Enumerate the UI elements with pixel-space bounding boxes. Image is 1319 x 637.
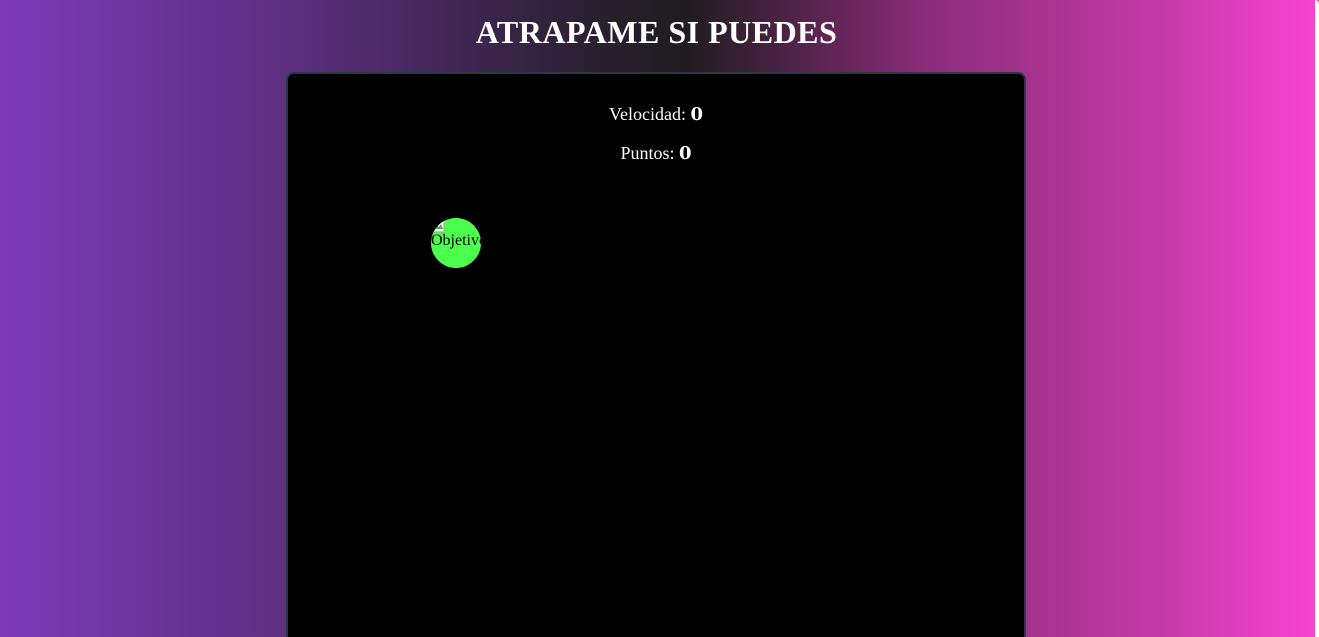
target-circle[interactable]: Objetivo (431, 218, 481, 268)
points-display: Puntos: 0 (288, 143, 1024, 164)
speed-display: Velocidad: 0 (288, 104, 1024, 125)
game-title: ATRAPAME SI PUEDES (475, 14, 838, 50)
game-board[interactable]: Velocidad: 0 Puntos: 0 Objetivo (286, 72, 1026, 637)
speed-label: Velocidad: (608, 104, 691, 124)
points-value: 0 (679, 143, 692, 164)
window-edge (1315, 0, 1319, 637)
speed-value: 0 (690, 104, 703, 125)
points-label: Puntos: (620, 143, 679, 163)
target-alt-text: Objetivo (431, 232, 481, 249)
